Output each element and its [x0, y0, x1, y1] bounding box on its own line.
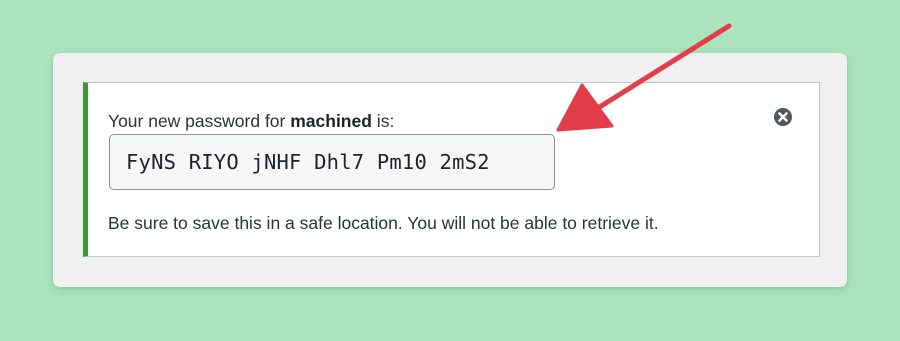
- close-circle-icon: [774, 108, 792, 126]
- password-card: Your new password for machined is: FyNS …: [53, 53, 847, 287]
- username: machined: [290, 111, 372, 131]
- save-warning-text: Be sure to save this in a safe location.…: [108, 213, 659, 233]
- success-notice: Your new password for machined is: FyNS …: [83, 82, 820, 257]
- password-intro-text: Your new password for machined is:: [108, 111, 395, 131]
- dismiss-button[interactable]: [773, 107, 793, 127]
- password-field[interactable]: FyNS RIYO jNHF Dhl7 Pm10 2mS2: [109, 134, 555, 190]
